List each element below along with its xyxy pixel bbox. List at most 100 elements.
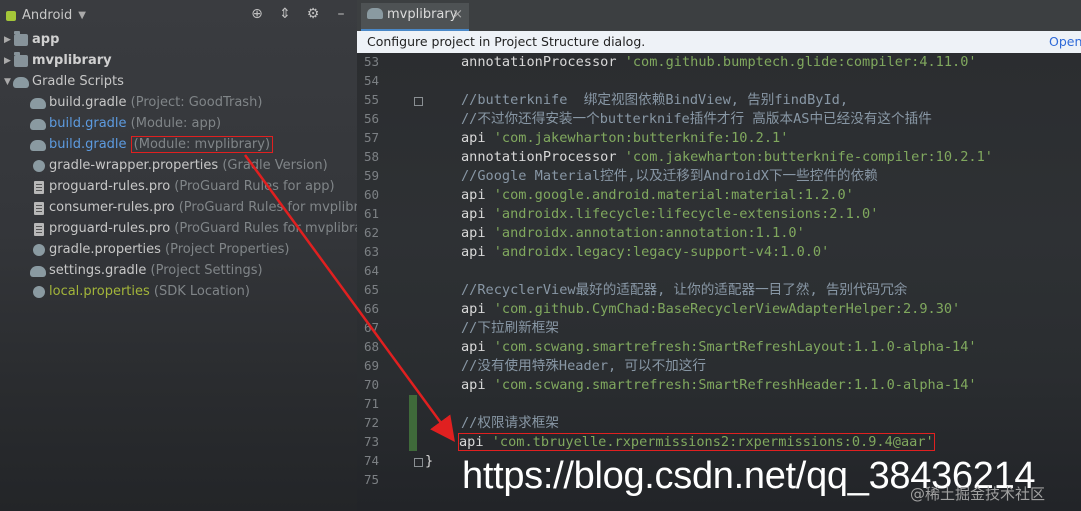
code-keyword: api xyxy=(461,377,494,393)
code-line[interactable]: //没有使用特殊Header, 可以不加这行 xyxy=(461,357,706,376)
line-number: 55 xyxy=(363,92,379,107)
chevron-down-icon[interactable]: ▼ xyxy=(4,72,11,92)
line-number: 71 xyxy=(363,396,379,411)
code-line[interactable]: api 'com.scwang.smartrefresh:SmartRefres… xyxy=(461,338,977,357)
gear-icon[interactable]: ⚙ xyxy=(305,6,321,22)
code-line[interactable]: api 'androidx.annotation:annotation:1.1.… xyxy=(461,224,805,243)
highlight-box: api 'com.tbruyelle.rxpermissions2:rxperm… xyxy=(458,433,935,451)
code-comment: //没有使用特殊Header, 可以不加这行 xyxy=(461,358,706,374)
code-line[interactable]: annotationProcessor 'com.jakewharton:but… xyxy=(461,148,993,167)
code-keyword: api xyxy=(461,206,494,222)
close-icon[interactable]: × xyxy=(452,3,463,27)
fold-marker-icon[interactable] xyxy=(414,97,423,106)
code-editor[interactable]: 53 54 55 56 57 58 59 60 61 62 63 64 65 66 67 68 69 70 71 72… xyxy=(357,53,1081,511)
code-keyword: annotationProcessor xyxy=(461,54,625,70)
code-line[interactable]: api 'com.tbruyelle.rxpermissions2:rxperm… xyxy=(458,433,935,452)
code-string: 'com.jakewharton:butterknife:10.2.1' xyxy=(493,130,789,146)
line-number: 72 xyxy=(363,415,379,430)
file-icon xyxy=(34,202,44,215)
code-string: 'androidx.legacy:legacy-support-v4:1.0.0… xyxy=(493,244,830,260)
line-number-gutter: 53 54 55 56 57 58 59 60 61 62 63 64 65 66 67 68 69 70 71 72… xyxy=(357,53,423,511)
line-number: 59 xyxy=(363,168,379,183)
code-keyword: annotationProcessor xyxy=(461,149,625,165)
notification-bar: Configure project in Project Structure d… xyxy=(357,31,1081,53)
code-string: 'com.jakewharton:butterknife-compiler:10… xyxy=(624,149,993,165)
fold-marker-icon[interactable] xyxy=(414,458,423,467)
file-icon xyxy=(34,181,44,194)
code-keyword: api xyxy=(461,301,494,317)
code-line[interactable]: api 'androidx.lifecycle:lifecycle-extens… xyxy=(461,205,878,224)
code-line[interactable]: annotationProcessor 'com.github.bumptech… xyxy=(461,53,977,72)
module-folder-icon xyxy=(14,52,28,67)
highlight-box: (Module: mvplibrary) xyxy=(130,136,274,153)
code-line[interactable]: api 'com.google.android.material:materia… xyxy=(461,186,854,205)
gradle-icon xyxy=(30,140,46,151)
code-line[interactable]: api 'androidx.legacy:legacy-support-v4:1… xyxy=(461,243,829,262)
line-number: 63 xyxy=(363,244,379,259)
line-number: 75 xyxy=(363,472,379,487)
gradle-icon xyxy=(367,8,383,19)
line-number: 74 xyxy=(363,453,379,468)
line-number: 73 xyxy=(363,434,379,449)
code-line[interactable]: //权限请求框架 xyxy=(461,414,559,433)
tab-mvplibrary[interactable]: mvplibrary × xyxy=(361,3,469,32)
code-keyword: api xyxy=(461,225,494,241)
module-folder-icon xyxy=(14,31,28,46)
file-icon xyxy=(34,223,44,236)
collapse-all-icon[interactable]: ⇕ xyxy=(277,6,293,22)
code-line[interactable]: api 'com.github.CymChad:BaseRecyclerView… xyxy=(461,300,960,319)
android-icon xyxy=(6,10,16,21)
gradle-icon xyxy=(30,266,46,277)
locate-icon[interactable]: ⊕ xyxy=(249,6,265,22)
code-comment: //下拉刷新框架 xyxy=(461,320,559,336)
code-keyword: api xyxy=(459,434,492,450)
chevron-down-icon[interactable]: ▼ xyxy=(78,10,86,21)
code-keyword: api xyxy=(461,187,494,203)
line-number: 58 xyxy=(363,149,379,164)
code-comment: //权限请求框架 xyxy=(461,415,559,431)
gradle-icon xyxy=(13,77,29,88)
editor-tab-bar: mvplibrary × xyxy=(357,0,1081,32)
line-number: 65 xyxy=(363,282,379,297)
open-project-structure-link[interactable]: Open xyxy=(1049,31,1081,53)
line-number: 54 xyxy=(363,73,379,88)
code-string: 'com.google.android.material:material:1.… xyxy=(493,187,854,203)
line-number: 61 xyxy=(363,206,379,221)
code-line[interactable]: //不过你还得安装一个butterknife插件才行 高版本AS中已经没有这个插… xyxy=(461,110,932,129)
code-line[interactable]: //RecyclerView最好的适配器, 让你的适配器一目了然, 告别代码冗余 xyxy=(461,281,907,300)
notification-message: Configure project in Project Structure d… xyxy=(367,34,646,49)
line-number: 66 xyxy=(363,301,379,316)
code-line[interactable]: api 'com.scwang.smartrefresh:SmartRefres… xyxy=(461,376,977,395)
code-line[interactable]: //Google Material控件,以及迁移到AndroidX下一些控件的依… xyxy=(461,167,878,186)
chevron-right-icon[interactable]: ▶ xyxy=(4,30,11,50)
gradle-icon xyxy=(30,98,46,109)
code-string: 'androidx.annotation:annotation:1.1.0' xyxy=(493,225,805,241)
code-comment: //RecyclerView最好的适配器, 让你的适配器一目了然, 告别代码冗余 xyxy=(461,282,908,298)
project-toolbar: Android ▼ ⊕ ⇕ ⚙ – xyxy=(0,0,357,31)
code-comment: //Google Material控件,以及迁移到AndroidX下一些控件的依… xyxy=(461,168,878,184)
code-string: 'com.tbruyelle.rxpermissions2:rxpermissi… xyxy=(491,434,934,450)
code-line[interactable]: //下拉刷新框架 xyxy=(461,319,559,338)
line-number: 60 xyxy=(363,187,379,202)
properties-icon xyxy=(33,160,45,172)
chevron-right-icon[interactable]: ▶ xyxy=(4,51,11,71)
code-string: 'com.scwang.smartrefresh:SmartRefreshLay… xyxy=(493,339,977,355)
vcs-change-marker xyxy=(409,395,417,451)
project-panel: Android ▼ ⊕ ⇕ ⚙ – ▶ app ▶ mvplibrary ▼ G… xyxy=(0,0,357,511)
code-line[interactable]: api 'com.jakewharton:butterknife:10.2.1' xyxy=(461,129,788,148)
line-number: 70 xyxy=(363,377,379,392)
code-keyword: api xyxy=(461,130,494,146)
code-comment: //不过你还得安装一个butterknife插件才行 高版本AS中已经没有这个插… xyxy=(461,111,932,127)
hide-panel-icon[interactable]: – xyxy=(333,6,349,22)
properties-icon xyxy=(33,286,45,298)
project-view-selector[interactable]: Android xyxy=(22,8,72,23)
line-number: 68 xyxy=(363,339,379,354)
line-number: 57 xyxy=(363,130,379,145)
line-number: 53 xyxy=(363,54,379,69)
code-line[interactable]: } xyxy=(425,452,433,471)
line-number: 62 xyxy=(363,225,379,240)
code-line[interactable]: //butterknife 绑定视图依赖BindView, 告别findById… xyxy=(461,91,848,110)
code-keyword: api xyxy=(461,244,494,260)
code-comment: //butterknife 绑定视图依赖BindView, 告别findById… xyxy=(461,92,849,108)
line-number: 56 xyxy=(363,111,379,126)
